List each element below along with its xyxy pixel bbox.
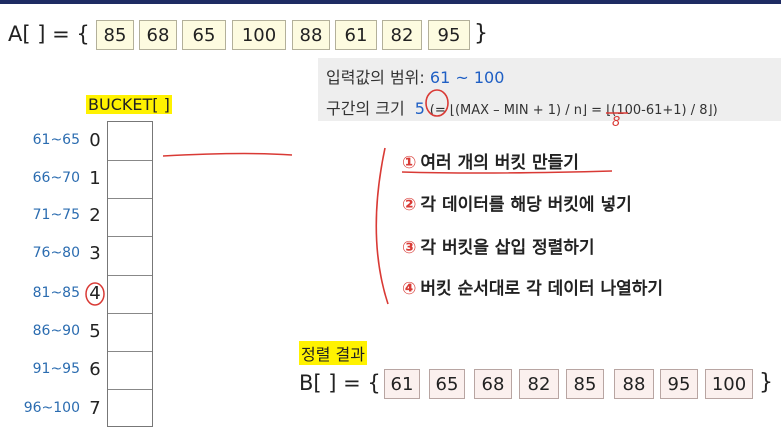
steps-bracket-mark <box>375 147 389 305</box>
bucket-pointer-line <box>162 152 293 157</box>
step1-underline-mark <box>401 170 613 174</box>
size-circle-mark <box>425 89 449 117</box>
bucket4-circle-mark <box>85 282 105 306</box>
handwritten-annotations <box>85 89 628 306</box>
